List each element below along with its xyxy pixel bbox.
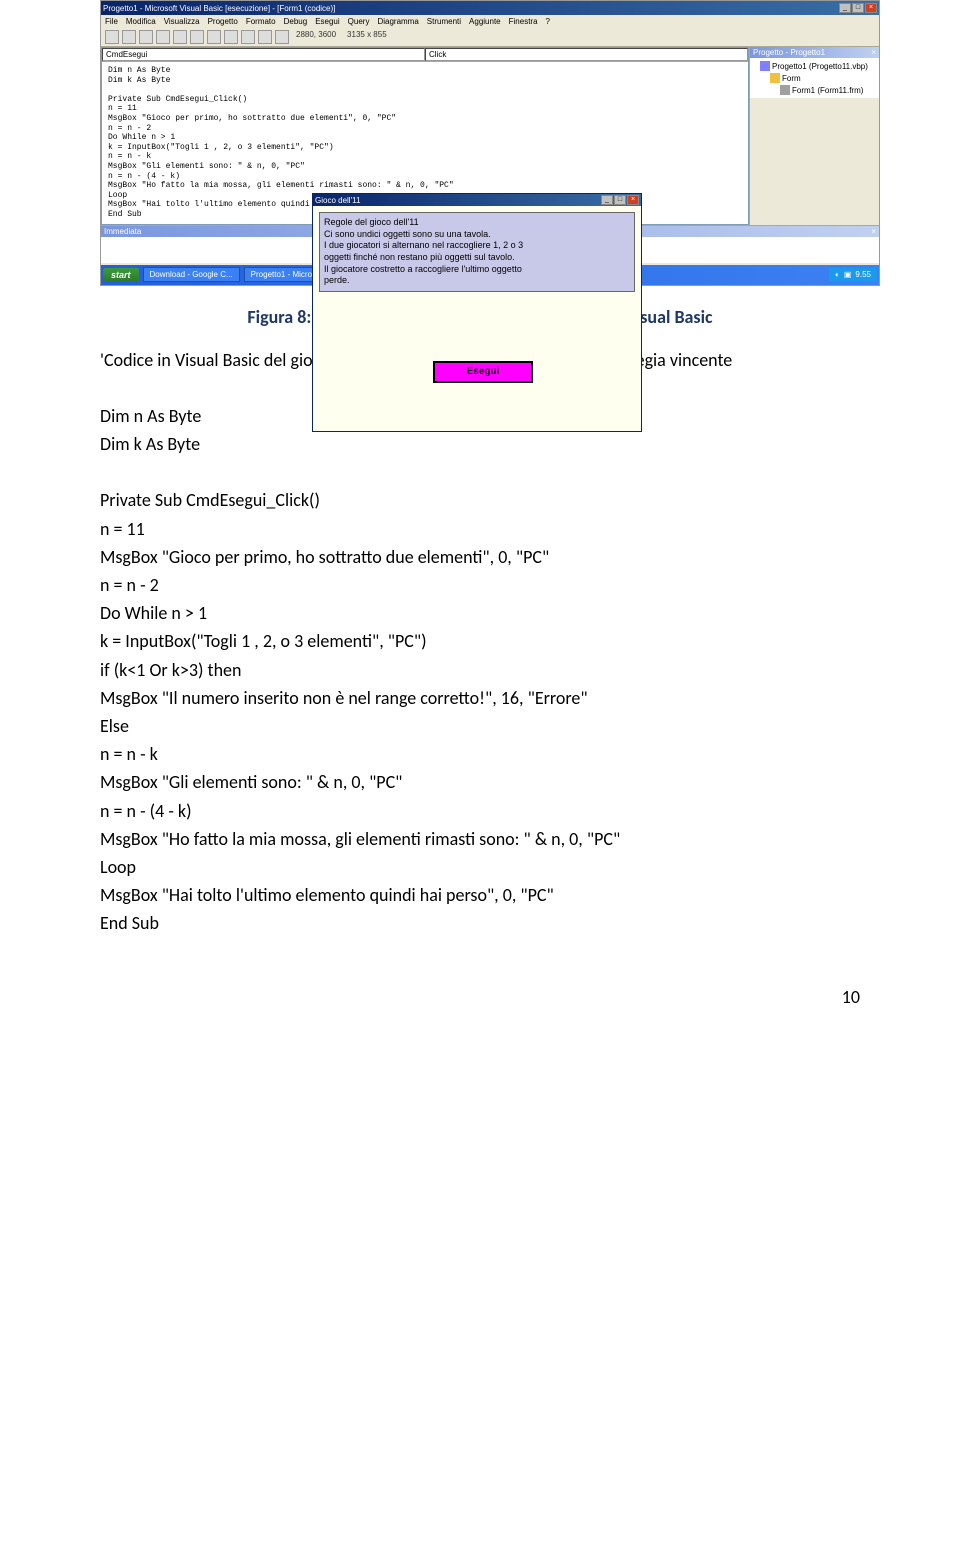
- project-panel: Progetto - Progetto1 × Progetto1 (Proget…: [749, 47, 879, 225]
- menu-project[interactable]: Progetto: [208, 17, 238, 26]
- toolbar-btn[interactable]: [139, 30, 153, 44]
- coord-1: 2880, 3600: [292, 30, 340, 44]
- doc-line: n = n - k: [100, 742, 860, 767]
- doc-line: MsgBox "Hai tolto l'ultimo elemento quin…: [100, 883, 860, 908]
- toolbar-btn[interactable]: [207, 30, 221, 44]
- menu-addins[interactable]: Aggiunte: [469, 17, 501, 26]
- doc-line: MsgBox "Ho fatto la mia mossa, gli eleme…: [100, 827, 860, 852]
- tree-root-label: Progetto1 (Progetto11.vbp): [772, 62, 868, 71]
- close-icon[interactable]: ×: [865, 3, 877, 13]
- toolbar-btn[interactable]: [258, 30, 272, 44]
- form-title: Gioco dell'11: [315, 196, 360, 205]
- menu-debug[interactable]: Debug: [284, 17, 308, 26]
- menu-query[interactable]: Query: [348, 17, 370, 26]
- menu-view[interactable]: Visualizza: [164, 17, 200, 26]
- coord-2: 3135 x 855: [343, 30, 391, 44]
- doc-line: MsgBox "Gli elementi sono: " & n, 0, "PC…: [100, 770, 860, 795]
- start-button[interactable]: start: [103, 268, 139, 282]
- form-window: Gioco dell'11 _ □ × Regole del gioco del…: [312, 193, 642, 432]
- toolbar: 2880, 3600 3135 x 855: [101, 28, 879, 47]
- tray-icon[interactable]: ▣: [844, 270, 852, 279]
- project-panel-title: Progetto - Progetto1: [753, 48, 825, 57]
- task-item[interactable]: Download - Google C...: [143, 267, 240, 282]
- project-icon: [760, 61, 770, 71]
- minimize-icon[interactable]: _: [839, 3, 851, 13]
- vb-screenshot: Progetto1 - Microsoft Visual Basic [esec…: [100, 0, 880, 286]
- object-combo[interactable]: CmdEsegui: [102, 48, 425, 61]
- doc-line: MsgBox "Il numero inserito non è nel ran…: [100, 686, 860, 711]
- menu-run[interactable]: Esegui: [315, 17, 339, 26]
- toolbar-btn[interactable]: [173, 30, 187, 44]
- toolbar-btn[interactable]: [275, 30, 289, 44]
- tree-folder-label: Form: [782, 74, 801, 83]
- close-icon[interactable]: ×: [871, 227, 876, 236]
- doc-line: MsgBox "Gioco per primo, ho sottratto du…: [100, 545, 860, 570]
- tree-item[interactable]: Form1 (Form11.frm): [752, 84, 877, 96]
- doc-line: Private Sub CmdEsegui_Click(): [100, 488, 860, 513]
- menu-edit[interactable]: Modifica: [126, 17, 156, 26]
- doc-line: if (k<1 Or k>3) then: [100, 658, 860, 683]
- doc-line: n = n - 2: [100, 573, 860, 598]
- doc-line: Dim k As Byte: [100, 432, 860, 457]
- toolbar-btn[interactable]: [105, 30, 119, 44]
- tray-icon[interactable]: ◐: [835, 270, 840, 279]
- maximize-icon[interactable]: □: [614, 195, 626, 205]
- doc-line: End Sub: [100, 911, 860, 936]
- systray: ◐ ▣ 9.55: [829, 268, 877, 281]
- esegui-button[interactable]: Esegui: [433, 361, 533, 383]
- toolbar-btn[interactable]: [156, 30, 170, 44]
- procedure-combo[interactable]: Click: [425, 48, 748, 61]
- doc-line: n = n - (4 - k): [100, 799, 860, 824]
- document-body: 'Codice in Visual Basic del gioco dell'u…: [100, 348, 860, 937]
- doc-line: k = InputBox("Togli 1 , 2, o 3 elementi"…: [100, 629, 860, 654]
- tree-folder[interactable]: Form: [752, 72, 877, 84]
- doc-line: Loop: [100, 855, 860, 880]
- window-controls: _ □ ×: [839, 3, 877, 13]
- toolbar-btn[interactable]: [190, 30, 204, 44]
- folder-icon: [770, 73, 780, 83]
- clock: 9.55: [855, 270, 871, 279]
- maximize-icon[interactable]: □: [852, 3, 864, 13]
- toolbar-btn[interactable]: [224, 30, 238, 44]
- menubar: File Modifica Visualizza Progetto Format…: [101, 15, 879, 28]
- menu-file[interactable]: File: [105, 17, 118, 26]
- page-number: 10: [100, 986, 860, 1008]
- doc-line: n = 11: [100, 517, 860, 542]
- form-icon: [780, 85, 790, 95]
- code-pane: CmdEsegui Click Dim n As Byte Dim k As B…: [101, 47, 749, 225]
- menu-help[interactable]: ?: [546, 17, 550, 26]
- form-titlebar: Gioco dell'11 _ □ ×: [313, 194, 641, 206]
- close-icon[interactable]: ×: [871, 48, 876, 57]
- vb-titlebar: Progetto1 - Microsoft Visual Basic [esec…: [101, 1, 879, 15]
- tree-item-label: Form1 (Form11.frm): [792, 86, 863, 95]
- menu-tools[interactable]: Strumenti: [427, 17, 461, 26]
- minimize-icon[interactable]: _: [601, 195, 613, 205]
- tree-root[interactable]: Progetto1 (Progetto11.vbp): [752, 60, 877, 72]
- doc-line: Else: [100, 714, 860, 739]
- menu-format[interactable]: Formato: [246, 17, 276, 26]
- doc-line: Do While n > 1: [100, 601, 860, 626]
- toolbar-btn[interactable]: [122, 30, 136, 44]
- immediate-title: Immediata: [104, 227, 141, 236]
- menu-diagram[interactable]: Diagramma: [377, 17, 418, 26]
- toolbar-btn[interactable]: [241, 30, 255, 44]
- close-icon[interactable]: ×: [627, 195, 639, 205]
- menu-window[interactable]: Finestra: [509, 17, 538, 26]
- window-title: Progetto1 - Microsoft Visual Basic [esec…: [103, 4, 335, 13]
- rules-label: Regole del gioco dell'11 Ci sono undici …: [319, 212, 635, 292]
